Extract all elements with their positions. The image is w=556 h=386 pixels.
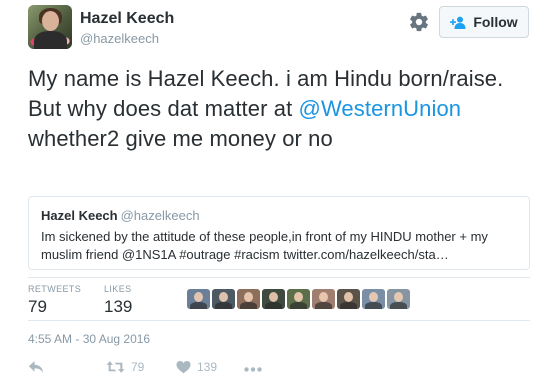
more-dots-icon	[244, 367, 262, 372]
divider	[28, 320, 530, 321]
likes-count: 139	[104, 297, 133, 316]
heart-icon	[176, 361, 191, 374]
mention-link[interactable]: @WesternUnion	[299, 96, 462, 121]
retweets-label: RETWEETS	[28, 284, 82, 294]
liker-avatar[interactable]	[337, 289, 360, 309]
more-button[interactable]	[244, 367, 262, 372]
liker-avatar[interactable]	[187, 289, 210, 309]
likers-avatars	[187, 289, 410, 309]
quoted-tweet-header: Hazel Keech @hazelkeech	[41, 207, 517, 225]
liker-avatar[interactable]	[387, 289, 410, 309]
quoted-handle: @hazelkeech	[120, 208, 200, 223]
quoted-tweet-text: Im sickened by the attitude of these peo…	[41, 229, 488, 262]
liker-avatar[interactable]	[212, 289, 235, 309]
tweet-text: My name is Hazel Keech. i am Hindu born/…	[28, 64, 533, 154]
likes-stat[interactable]: LIKES 139	[104, 284, 132, 317]
retweet-icon	[106, 361, 125, 373]
retweet-button[interactable]: 79	[106, 360, 144, 374]
liker-avatar[interactable]	[262, 289, 285, 309]
person-add-icon	[450, 16, 466, 29]
quoted-tweet-card[interactable]: Hazel Keech @hazelkeech Im sickened by th…	[28, 196, 530, 270]
quoted-display-name: Hazel Keech	[41, 208, 118, 223]
gear-icon[interactable]	[408, 11, 430, 33]
like-button[interactable]: 139	[176, 360, 217, 374]
tweet-text-part: whether2 give me money or no	[28, 126, 333, 151]
likes-label: LIKES	[104, 284, 132, 294]
retweet-count: 79	[131, 360, 145, 374]
retweets-stat[interactable]: RETWEETS 79	[28, 284, 81, 317]
reply-button[interactable]	[28, 360, 44, 374]
liker-avatar[interactable]	[362, 289, 385, 309]
like-count: 139	[197, 360, 218, 374]
follow-label: Follow	[473, 14, 518, 30]
reply-icon	[28, 361, 44, 373]
retweets-count: 79	[28, 297, 47, 316]
tweet-timestamp[interactable]: 4:55 AM - 30 Aug 2016	[28, 332, 150, 346]
divider	[28, 277, 530, 278]
display-name[interactable]: Hazel Keech	[80, 10, 174, 28]
liker-avatar[interactable]	[287, 289, 310, 309]
avatar[interactable]	[28, 5, 72, 49]
liker-avatar[interactable]	[312, 289, 335, 309]
liker-avatar[interactable]	[237, 289, 260, 309]
follow-button[interactable]: Follow	[439, 6, 529, 38]
user-handle[interactable]: @hazelkeech	[80, 31, 159, 46]
